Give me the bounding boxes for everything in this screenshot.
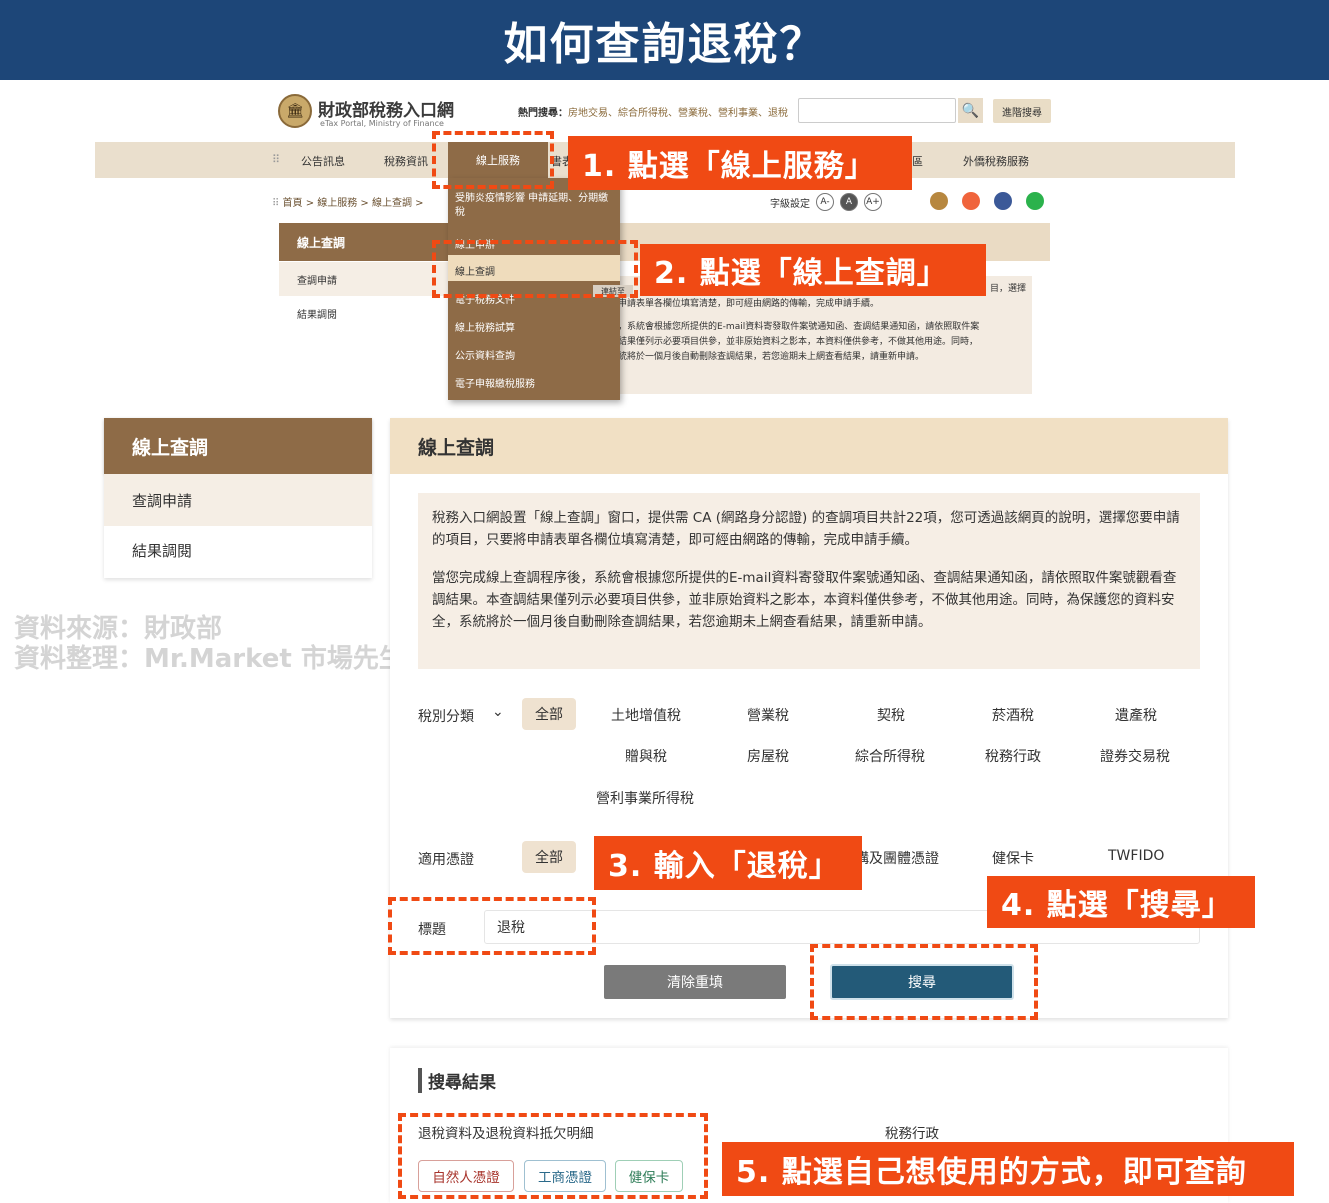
tax-option[interactable]: 營業稅 (747, 705, 789, 725)
annotation-box-online-services (432, 131, 554, 189)
small-intro-line: 統將於一個月後自動刪除查調結果，若您逾期未上網查看結果，請重新申請。 (618, 352, 925, 362)
tax-option[interactable]: 綜合所得稅 (855, 746, 925, 766)
tax-option[interactable]: 遺產稅 (1115, 705, 1157, 725)
clear-button[interactable]: 清除重填 (604, 965, 786, 999)
small-sidebar-head: 線上查調 (279, 223, 454, 261)
callout-step-4: 4. 點選「搜尋」 (987, 876, 1255, 928)
certificate-option[interactable]: TWFIDO (1108, 848, 1164, 864)
results-title: 搜尋結果 (418, 1068, 496, 1093)
hot-search-terms[interactable]: 房地交易、綜合所得稅、營業稅、營利事業、退稅 (568, 108, 788, 119)
hot-search-label: 熱門搜尋： (518, 108, 568, 119)
font-size-settings: 字級設定 A- A A+ (770, 193, 882, 211)
tax-option[interactable]: 菸酒稅 (992, 705, 1034, 725)
dropdown-item-tax-calc[interactable]: 線上稅務試算 (455, 319, 515, 334)
certificate-option[interactable]: 健保卡 (992, 848, 1034, 868)
nav-item-foreign-tax[interactable]: 外僑稅務服務 (963, 153, 1029, 169)
share-icons (930, 192, 1044, 210)
tax-option[interactable]: 房屋稅 (747, 746, 789, 766)
nav-item-tax-info[interactable]: 稅務資訊 (384, 153, 428, 169)
left-menu-head: 線上查調 (104, 418, 372, 474)
chevron-down-icon[interactable]: ⌄ (492, 704, 504, 720)
annotation-box-search-button (810, 944, 1038, 1020)
callout-step-2: 2. 點選「線上查調」 (640, 244, 986, 296)
annotation-box-result-buttons (398, 1113, 708, 1199)
main-title: 線上查調 (390, 418, 1228, 474)
font-size-label: 字級設定 (770, 198, 810, 210)
intro-panel: 稅務入口網設置「線上查調」窗口，提供需 CA (網路身分認證) 的查調項目共計2… (418, 493, 1200, 669)
certificate-label: 適用憑證 (418, 852, 474, 868)
tax-option[interactable]: 贈與稅 (625, 746, 667, 766)
certificate-option[interactable]: 構及團體憑證 (855, 848, 939, 868)
small-intro-line: ，系統會根據您所提供的E-mail資料寄發取件案號通知函、查調結果通知函，請依照… (618, 322, 980, 332)
breadcrumb[interactable]: ⠿ 首頁 > 線上服務 > 線上查調 > (272, 194, 424, 209)
font-smaller-button[interactable]: A- (816, 193, 834, 211)
dropdown-item-e-filing[interactable]: 電子申報繳稅服務 (455, 375, 535, 390)
tax-category-all-chip[interactable]: 全部 (522, 698, 576, 730)
print-icon[interactable] (930, 192, 948, 210)
tax-option[interactable]: 稅務行政 (985, 746, 1041, 766)
small-intro-line: 結果僅列示必要項目供參，並非原始資料之影本，本資料僅供參考，不做其他用途。同時， (618, 337, 979, 347)
breadcrumb-text[interactable]: 首頁 > 線上服務 > 線上查調 > (283, 198, 424, 209)
hot-search: 熱門搜尋：房地交易、綜合所得稅、營業稅、營利事業、退稅 (518, 104, 788, 119)
font-larger-button[interactable]: A+ (864, 193, 882, 211)
intro-paragraph-1: 稅務入口網設置「線上查調」窗口，提供需 CA (網路身分認證) 的查調項目共計2… (432, 510, 1180, 548)
portal-logo-text[interactable]: 財政部稅務入口網 (318, 96, 454, 121)
top-search-input[interactable] (798, 98, 956, 123)
callout-step-1: 1. 點選「線上服務」 (568, 136, 912, 190)
nav-item-announcements[interactable]: 公告訊息 (301, 153, 345, 169)
intro-paragraph-2: 當您完成線上查調程序後，系統會根據您所提供的E-mail資料寄發取件案號通知函、… (432, 570, 1177, 630)
font-normal-button[interactable]: A (840, 193, 858, 211)
small-sidebar-item-apply[interactable]: 查調申請 (279, 262, 454, 296)
small-intro-line: 申請表單各欄位填寫清楚，即可經由網路的傳輸，完成申請手續。 (618, 299, 880, 309)
line-icon[interactable] (1026, 192, 1044, 210)
ministry-logo-icon[interactable]: 🏛 (278, 94, 312, 128)
advanced-search-button[interactable]: 進階搜尋 (993, 99, 1051, 123)
nav-grid-icon: ⠿ (272, 153, 281, 166)
tax-option[interactable]: 證券交易稅 (1100, 746, 1170, 766)
tax-option[interactable]: 土地增值稅 (611, 705, 681, 725)
dropdown-item-covid[interactable]: 受肺炎疫情影響 申請延期、分期繳稅 (455, 192, 613, 220)
tax-category-label: 稅別分類 (418, 709, 474, 725)
annotation-box-online-query (432, 240, 638, 298)
facebook-icon[interactable] (994, 192, 1012, 210)
result-item-category: 稅務行政 (885, 1126, 939, 1142)
email-icon[interactable] (962, 192, 980, 210)
callout-step-3: 3. 輸入「退稅」 (594, 836, 862, 890)
search-icon[interactable]: 🔍 (958, 98, 983, 123)
left-menu-item-apply[interactable]: 查調申請 (104, 474, 372, 526)
portal-logo-subtitle: eTax Portal, Ministry of Finance (320, 119, 444, 128)
nav-item-zone[interactable]: 區 (912, 153, 923, 169)
certificate-all-chip[interactable]: 全部 (522, 841, 576, 873)
left-menu-item-results[interactable]: 結果調閱 (104, 524, 372, 576)
page-banner-title: 如何查詢退稅？ (0, 0, 1329, 80)
dropdown-item-public-data[interactable]: 公示資料查詢 (455, 347, 515, 362)
watermark-credit: 資料整理：Mr.Market 市場先生 (14, 644, 405, 674)
annotation-box-title-input (388, 897, 596, 955)
tax-option[interactable]: 營利事業所得稅 (596, 788, 694, 808)
callout-step-5: 5. 點選自己想使用的方式，即可查詢 (722, 1142, 1294, 1196)
small-sidebar-item-results[interactable]: 結果調閱 (279, 296, 454, 330)
tax-option[interactable]: 契稅 (877, 705, 905, 725)
